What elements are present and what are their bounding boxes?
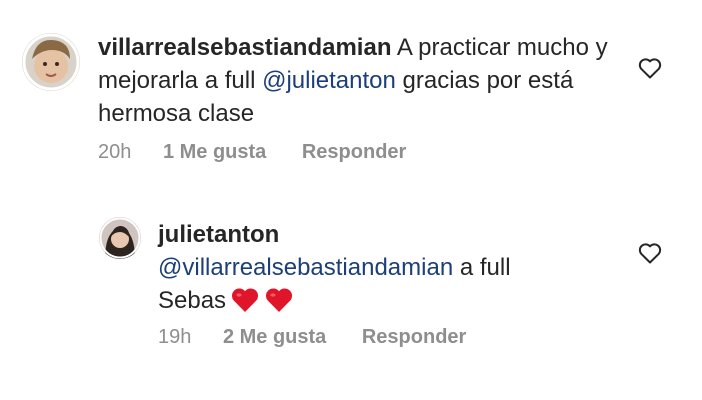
reply-button[interactable]: Responder	[362, 326, 466, 349]
avatar-photo	[22, 33, 80, 91]
reply-item: julietanton @villarrealsebastiandamian a…	[0, 190, 702, 400]
comment-item: villarrealsebastiandamian A practicar mu…	[0, 0, 702, 190]
avatar-photo	[99, 217, 141, 259]
reply-body-continued: Sebas	[158, 287, 227, 314]
comment-text: villarrealsebastiandamian A practicar mu…	[98, 31, 618, 130]
reply-username[interactable]: julietanton	[158, 221, 279, 248]
reply-likes-count[interactable]: 2 Me gusta	[223, 326, 326, 349]
heart-outline-icon[interactable]	[638, 242, 662, 264]
red-heart-emoji	[232, 288, 259, 312]
reply-mention[interactable]: @villarrealsebastiandamian	[158, 254, 453, 281]
comment-username[interactable]: villarrealsebastiandamian	[98, 34, 391, 61]
heart-outline-icon[interactable]	[638, 57, 662, 79]
reply-body: a full	[459, 254, 511, 281]
comment-likes-count[interactable]: 1 Me gusta	[163, 141, 266, 164]
comment-mention[interactable]: @julietanton	[262, 67, 396, 94]
reply-timestamp: 19h	[158, 326, 192, 348]
comment-meta: 20h 1 Me gusta Responder	[98, 141, 406, 164]
avatar[interactable]	[99, 217, 141, 259]
reply-button[interactable]: Responder	[302, 141, 406, 164]
reply-meta: 19h 2 Me gusta Responder	[158, 326, 466, 349]
avatar[interactable]	[22, 33, 80, 91]
red-heart-emoji	[266, 288, 293, 312]
reply-text: julietanton @villarrealsebastiandamian a…	[158, 218, 608, 317]
comment-timestamp: 20h	[98, 141, 132, 163]
